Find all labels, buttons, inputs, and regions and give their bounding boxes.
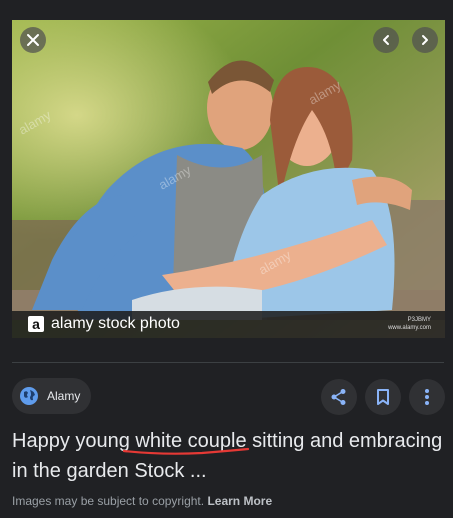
more-options-button[interactable]: [409, 379, 445, 415]
close-button[interactable]: [20, 27, 46, 53]
couple-photo: alamy alamy alamy alamy: [12, 20, 445, 338]
source-name: Alamy: [47, 389, 81, 403]
close-icon: [27, 34, 39, 46]
chevron-right-icon: [422, 35, 428, 45]
share-button[interactable]: [321, 379, 357, 415]
copyright-text: Images may be subject to copyright.: [12, 494, 205, 508]
source-chip[interactable]: Alamy: [12, 378, 91, 414]
copyright-notice: Images may be subject to copyright. Lear…: [12, 493, 272, 509]
divider: [12, 362, 444, 363]
globe-icon: [20, 387, 38, 405]
watermark-bar: a alamy stock photo P3JBMY www.alamy.com: [12, 311, 445, 338]
bookmark-icon: [377, 389, 389, 405]
previous-button[interactable]: [373, 27, 399, 53]
red-underline-annotation: [122, 447, 250, 455]
title-text: Happy young: [12, 430, 136, 452]
alamy-logo: a: [28, 316, 44, 332]
image-preview[interactable]: alamy alamy alamy alamy a alamy stock ph…: [12, 20, 445, 338]
more-vert-icon: [425, 389, 429, 405]
next-button[interactable]: [412, 27, 438, 53]
learn-more-link[interactable]: Learn More: [207, 494, 272, 508]
save-button[interactable]: [365, 379, 401, 415]
watermark-id: P3JBMY: [407, 317, 431, 323]
chevron-left-icon: [383, 35, 389, 45]
watermark-text: alamy stock photo: [51, 315, 180, 332]
share-icon: [331, 389, 346, 405]
watermark-site: www.alamy.com: [388, 325, 431, 331]
